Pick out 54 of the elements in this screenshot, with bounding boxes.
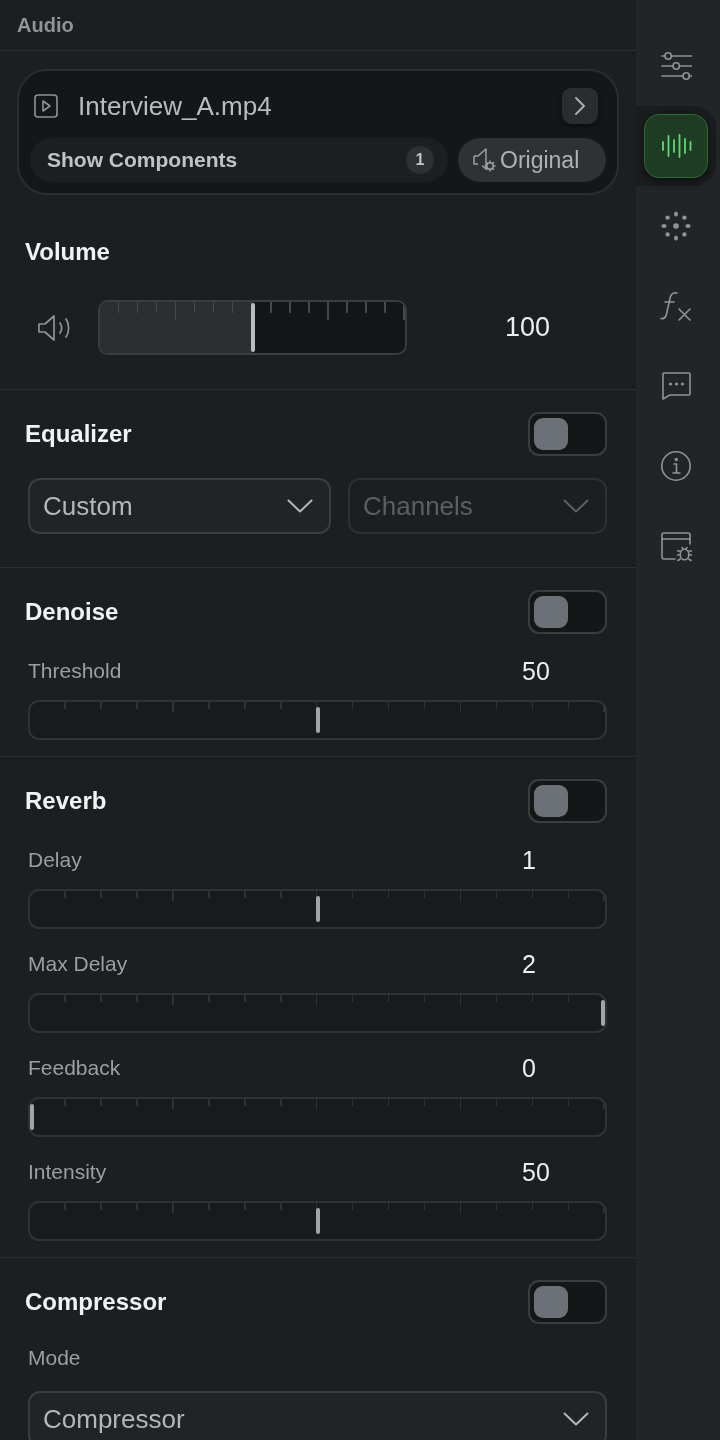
slider-track[interactable] — [28, 700, 607, 740]
volume-value: 100 — [505, 312, 552, 343]
slider-track[interactable] — [28, 1201, 607, 1241]
dropdown[interactable]: Compressor — [28, 1391, 607, 1440]
slider-value: 50 — [522, 1157, 551, 1187]
section-title: Compressor — [25, 1288, 167, 1316]
toggle-switch[interactable] — [528, 590, 607, 634]
slider-label: Threshold — [28, 659, 122, 683]
field-label: Mode — [28, 1346, 82, 1370]
slider-label: Delay — [28, 848, 82, 872]
volume-slider[interactable] — [98, 300, 407, 355]
slider-label: Intensity — [28, 1160, 107, 1184]
section-title: Volume — [25, 238, 110, 266]
slider-handle[interactable] — [315, 707, 320, 733]
speaker-gear-icon — [472, 147, 498, 173]
slider-handle[interactable] — [601, 1000, 605, 1026]
show-components-button[interactable]: Show Components 1 — [30, 138, 448, 182]
info-icon — [660, 450, 692, 482]
count-badge: 1 — [406, 146, 434, 174]
panel-title: Audio — [17, 13, 74, 37]
chevron-down-icon — [563, 1412, 589, 1426]
slider-track[interactable] — [28, 993, 607, 1033]
chat-icon — [660, 370, 692, 402]
slider-track[interactable] — [28, 1097, 607, 1137]
slider-handle[interactable] — [250, 303, 255, 352]
slider-value: 50 — [522, 656, 551, 686]
slider-label: Max Delay — [28, 952, 128, 976]
slider-handle[interactable] — [30, 1104, 34, 1130]
slider-track[interactable] — [28, 889, 607, 929]
slider-label: Feedback — [28, 1056, 121, 1080]
toggle-switch[interactable] — [528, 412, 607, 456]
dots-burst-icon — [660, 210, 692, 242]
expand-button[interactable] — [562, 88, 598, 124]
section-title: Denoise — [25, 598, 119, 626]
sidebar-tab[interactable] — [644, 114, 708, 178]
slider-handle[interactable] — [315, 896, 320, 922]
chevron-right-icon — [573, 96, 587, 116]
slider-value: 1 — [522, 845, 537, 875]
function-icon — [660, 290, 692, 322]
chevron-down-icon — [563, 499, 589, 513]
toggle-switch[interactable] — [528, 1280, 607, 1324]
original-button[interactable]: Original — [458, 138, 606, 182]
slider-handle[interactable] — [315, 1208, 320, 1234]
media-title: Interview_A.mp4 — [78, 90, 272, 122]
slider-value: 0 — [522, 1053, 537, 1083]
window-bug-icon — [660, 530, 692, 562]
play-icon — [34, 94, 58, 118]
sliders-icon — [660, 50, 692, 82]
toggle-switch[interactable] — [528, 779, 607, 823]
chevron-down-icon — [287, 499, 313, 513]
slider-value: 2 — [522, 949, 537, 979]
dropdown[interactable]: Custom — [28, 478, 331, 534]
section-title: Reverb — [25, 787, 107, 815]
section-title: Equalizer — [25, 420, 132, 448]
